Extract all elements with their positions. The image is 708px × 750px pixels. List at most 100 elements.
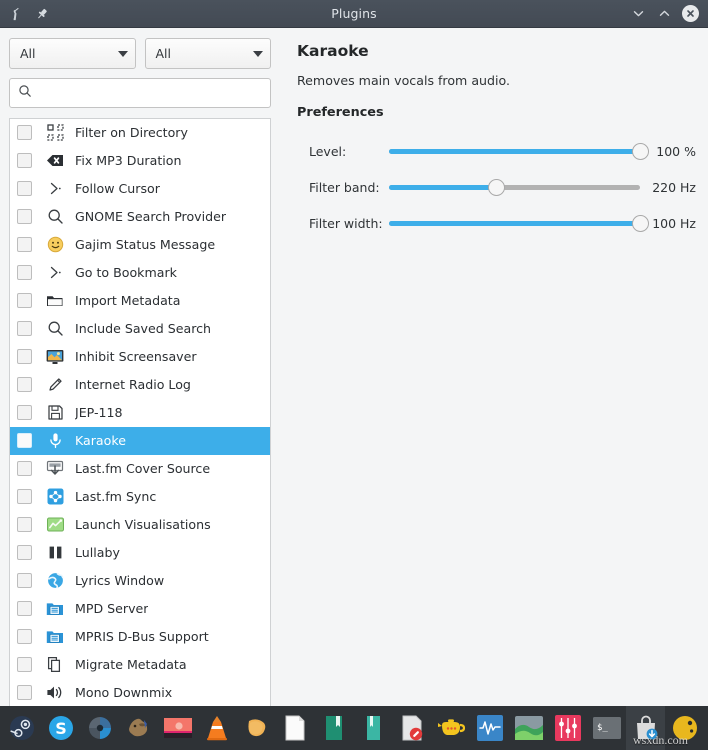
plugin-row[interactable]: Inhibit Screensaver bbox=[10, 343, 270, 371]
blue-folder-icon bbox=[46, 628, 64, 646]
watermark: wsxdn.com bbox=[633, 733, 688, 748]
plugins-list-container[interactable]: Filter on Directory Fix MP3 Duration Follo… bbox=[9, 118, 271, 706]
taskbar-terminal-icon[interactable]: $_ bbox=[587, 706, 626, 750]
taskbar-book-teal-icon[interactable] bbox=[353, 706, 392, 750]
status-filter-combo[interactable]: All bbox=[145, 38, 272, 69]
chevron-right-icon bbox=[46, 264, 64, 282]
plugin-row[interactable]: Mono Downmix bbox=[10, 679, 270, 706]
plugin-row[interactable]: Go to Bookmark bbox=[10, 259, 270, 287]
plugin-row[interactable]: Migrate Metadata bbox=[10, 651, 270, 679]
floppy-disk-icon bbox=[46, 404, 64, 422]
plugin-checkbox[interactable] bbox=[17, 265, 32, 280]
plugin-row[interactable]: Follow Cursor bbox=[10, 175, 270, 203]
taskbar-equalizer-icon[interactable] bbox=[548, 706, 587, 750]
plugin-checkbox[interactable] bbox=[17, 657, 32, 672]
plugin-checkbox[interactable] bbox=[17, 209, 32, 224]
plugin-row[interactable]: JEP-118 bbox=[10, 399, 270, 427]
taskbar: S $_ wsxdn.com bbox=[0, 706, 708, 750]
plugin-label: Fix MP3 Duration bbox=[75, 153, 181, 168]
plugin-checkbox[interactable] bbox=[17, 181, 32, 196]
slider-thumb[interactable] bbox=[488, 179, 505, 196]
plugin-checkbox[interactable] bbox=[17, 489, 32, 504]
window-body: All All Filter on Directory Fix MP3 Durat… bbox=[0, 28, 708, 706]
plugin-checkbox[interactable] bbox=[17, 545, 32, 560]
download-tray-icon bbox=[46, 460, 64, 478]
preference-label: Filter width: bbox=[297, 216, 389, 231]
plugin-row[interactable]: MPD Server bbox=[10, 595, 270, 623]
category-filter-combo[interactable]: All bbox=[9, 38, 136, 69]
plugin-checkbox[interactable] bbox=[17, 125, 32, 140]
plugin-label: Include Saved Search bbox=[75, 321, 211, 336]
taskbar-steam-icon[interactable] bbox=[2, 706, 41, 750]
plugin-row[interactable]: Lullaby bbox=[10, 539, 270, 567]
plugin-checkbox[interactable] bbox=[17, 629, 32, 644]
plugin-row[interactable]: Filter on Directory bbox=[10, 119, 270, 147]
plugin-checkbox[interactable] bbox=[17, 377, 32, 392]
plugin-checkbox[interactable] bbox=[17, 405, 32, 420]
taskbar-teapot-icon[interactable] bbox=[431, 706, 470, 750]
taskbar-landscape-icon[interactable] bbox=[509, 706, 548, 750]
maximize-button[interactable] bbox=[656, 5, 673, 22]
plugin-label: Go to Bookmark bbox=[75, 265, 177, 280]
plugin-label: Mono Downmix bbox=[75, 685, 172, 700]
plugin-label: JEP-118 bbox=[75, 405, 123, 420]
taskbar-ubuntu-icon[interactable] bbox=[236, 706, 275, 750]
plugin-row[interactable]: Fix MP3 Duration bbox=[10, 147, 270, 175]
slider-thumb[interactable] bbox=[632, 215, 649, 232]
taskbar-skype-icon[interactable]: S bbox=[41, 706, 80, 750]
plugin-label: Lullaby bbox=[75, 545, 120, 560]
taskbar-no-edit-icon[interactable] bbox=[392, 706, 431, 750]
plugin-checkbox[interactable] bbox=[17, 517, 32, 532]
plugin-row[interactable]: Karaoke bbox=[10, 427, 270, 455]
plugin-row[interactable]: Internet Radio Log bbox=[10, 371, 270, 399]
plugin-checkbox[interactable] bbox=[17, 433, 32, 448]
taskbar-document-icon[interactable] bbox=[275, 706, 314, 750]
plugin-row[interactable]: GNOME Search Provider bbox=[10, 203, 270, 231]
plugin-label: Gajim Status Message bbox=[75, 237, 215, 252]
plugin-checkbox[interactable] bbox=[17, 601, 32, 616]
filter-row: All All bbox=[9, 38, 271, 69]
preference-slider[interactable] bbox=[389, 214, 640, 232]
taskbar-vlc-cone-icon[interactable] bbox=[197, 706, 236, 750]
preferences-rows: Level:100 %Filter band:220 HzFilter widt… bbox=[297, 133, 696, 241]
plugin-detail-pane: Karaoke Removes main vocals from audio. … bbox=[280, 28, 708, 706]
plugin-checkbox[interactable] bbox=[17, 153, 32, 168]
microphone-icon bbox=[46, 432, 64, 450]
status-filter-value: All bbox=[156, 46, 254, 61]
taskbar-wolf-icon[interactable] bbox=[119, 706, 158, 750]
plugin-checkbox[interactable] bbox=[17, 573, 32, 588]
taskbar-shutter-icon[interactable] bbox=[80, 706, 119, 750]
pin-icon[interactable] bbox=[34, 6, 50, 22]
monitor-icon bbox=[46, 348, 64, 366]
taskbar-audacity-icon[interactable] bbox=[470, 706, 509, 750]
search-box[interactable] bbox=[9, 78, 271, 108]
plugin-row[interactable]: Launch Visualisations bbox=[10, 511, 270, 539]
close-button[interactable] bbox=[682, 5, 699, 22]
plugin-row[interactable]: Import Metadata bbox=[10, 287, 270, 315]
slider-fill bbox=[389, 221, 640, 226]
plugin-label: Inhibit Screensaver bbox=[75, 349, 197, 364]
minimize-button[interactable] bbox=[630, 5, 647, 22]
preference-slider[interactable] bbox=[389, 178, 640, 196]
plugin-checkbox[interactable] bbox=[17, 237, 32, 252]
titlebar: Plugins bbox=[0, 0, 708, 28]
search-input[interactable] bbox=[38, 85, 262, 100]
plugin-checkbox[interactable] bbox=[17, 461, 32, 476]
window-title: Plugins bbox=[0, 6, 708, 21]
plugin-checkbox[interactable] bbox=[17, 685, 32, 700]
plugin-checkbox[interactable] bbox=[17, 349, 32, 364]
plugin-row[interactable]: Last.fm Cover Source bbox=[10, 455, 270, 483]
slider-thumb[interactable] bbox=[632, 143, 649, 160]
plugin-row[interactable]: Gajim Status Message bbox=[10, 231, 270, 259]
plugin-row[interactable]: MPRIS D-Bus Support bbox=[10, 623, 270, 651]
taskbar-book-green-icon[interactable] bbox=[314, 706, 353, 750]
plugin-label: Lyrics Window bbox=[75, 573, 164, 588]
plugin-row[interactable]: Include Saved Search bbox=[10, 315, 270, 343]
plugin-label: Launch Visualisations bbox=[75, 517, 211, 532]
taskbar-image-viewer-icon[interactable] bbox=[158, 706, 197, 750]
plugin-row[interactable]: Lyrics Window bbox=[10, 567, 270, 595]
preference-slider[interactable] bbox=[389, 142, 640, 160]
plugin-checkbox[interactable] bbox=[17, 321, 32, 336]
plugin-row[interactable]: Last.fm Sync bbox=[10, 483, 270, 511]
plugin-checkbox[interactable] bbox=[17, 293, 32, 308]
